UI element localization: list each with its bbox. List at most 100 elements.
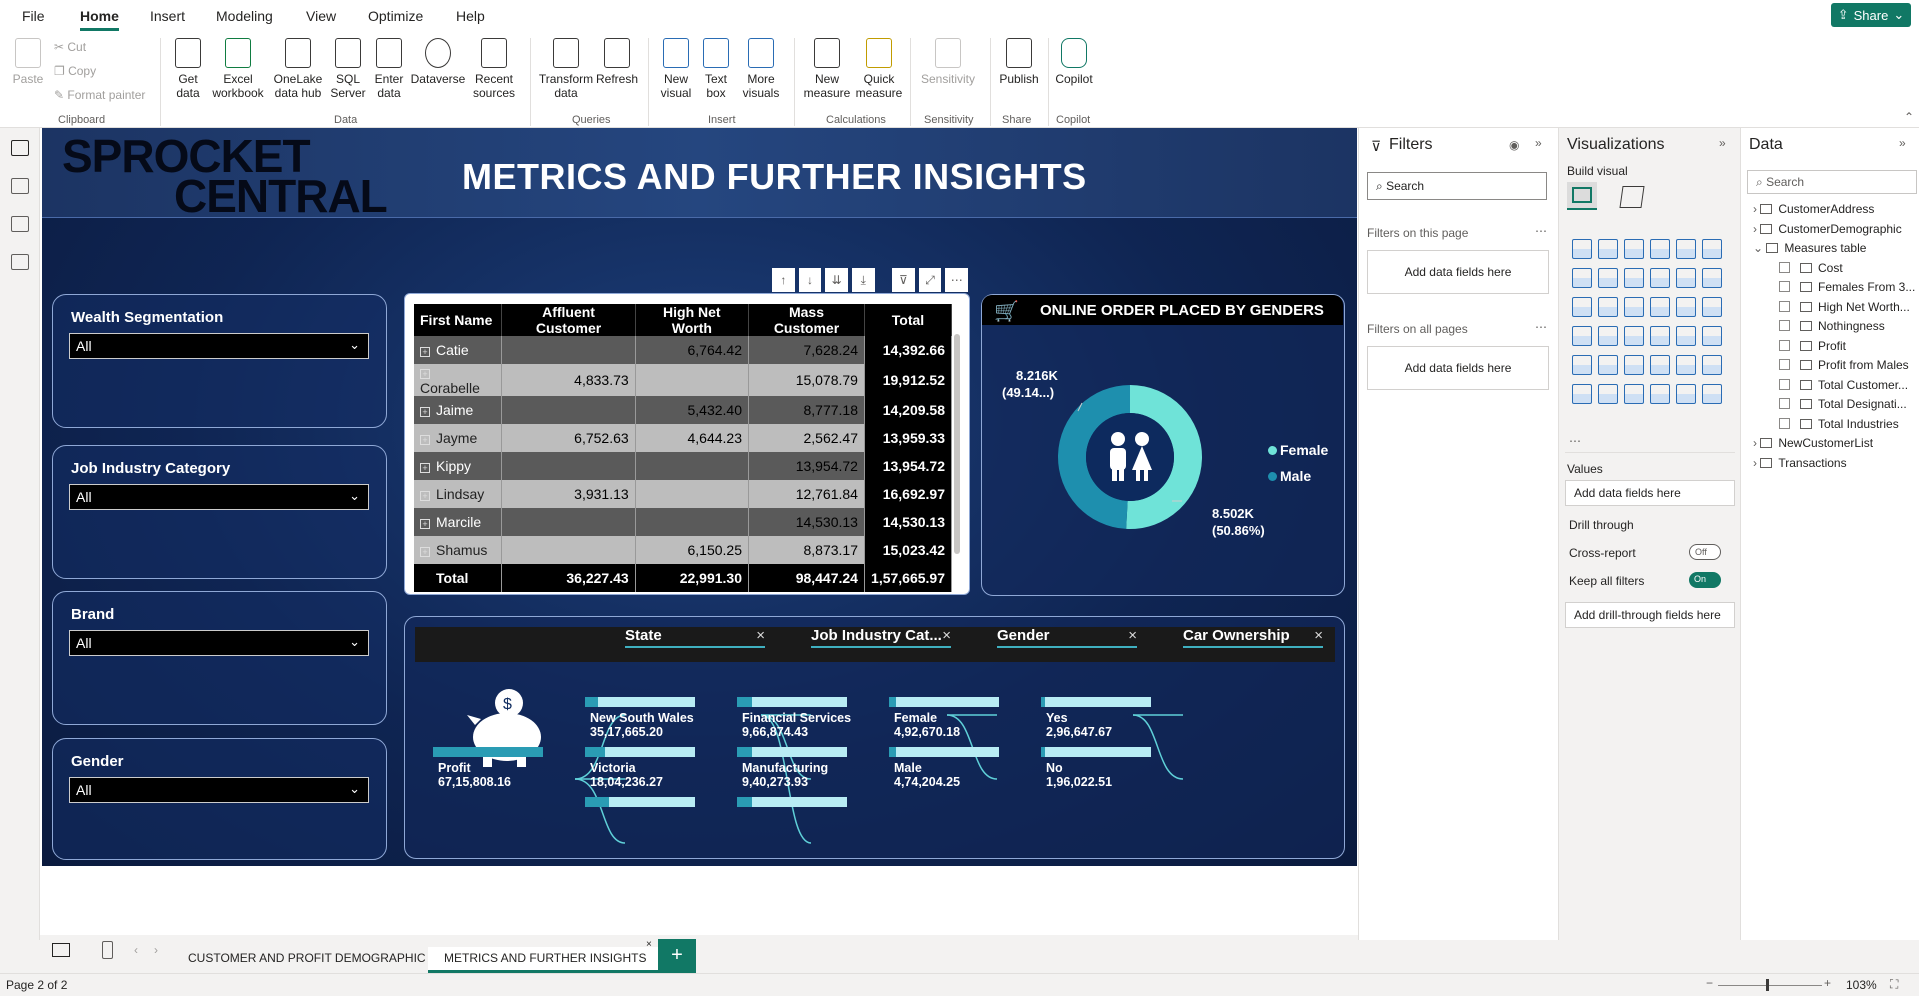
format-visual-icon[interactable] xyxy=(1619,186,1645,208)
qa-visual-icon[interactable] xyxy=(1624,384,1644,404)
expand-row-icon[interactable]: + xyxy=(420,369,430,379)
menu-modeling[interactable]: Modeling xyxy=(216,8,273,24)
add-page-button[interactable]: + xyxy=(658,939,696,973)
slicer-dropdown[interactable]: All ⌄ xyxy=(69,777,369,803)
data-field-item[interactable]: › CustomerAddress xyxy=(1753,202,1874,216)
goals-visual-icon[interactable] xyxy=(1702,384,1722,404)
collapse-ribbon-icon[interactable]: ⌃ xyxy=(1904,110,1914,124)
waterfall-visual-icon[interactable] xyxy=(1572,297,1592,317)
table-row[interactable]: + Kippy 13,954.72 13,954.72 xyxy=(414,452,953,480)
field-checkbox[interactable] xyxy=(1779,417,1790,429)
data-search-input[interactable]: ⌕ Search xyxy=(1747,170,1917,194)
more-options-icon[interactable]: ⋯ xyxy=(945,268,969,292)
add-all-pages-filter-dropzone[interactable]: Add data fields here xyxy=(1367,346,1549,390)
mobile-layout-icon[interactable] xyxy=(102,941,113,959)
industry-node[interactable]: Manufacturing 9,40,273.93 xyxy=(742,761,828,789)
azure-map-visual-icon[interactable] xyxy=(1624,326,1644,346)
slicer-dropdown[interactable]: All ⌄ xyxy=(69,484,369,510)
new-measure-button[interactable]: New measure xyxy=(802,38,852,100)
expand-hierarchy-icon[interactable]: ⤓ xyxy=(851,268,875,292)
expand-row-icon[interactable]: + xyxy=(420,519,430,529)
chevron-right-icon[interactable]: › xyxy=(1753,436,1760,450)
chevron-down-icon[interactable]: ⌄ xyxy=(1753,241,1766,255)
collapse-pane-icon[interactable]: » xyxy=(1535,136,1542,150)
drill-down-icon[interactable]: ↓ xyxy=(798,268,822,292)
car-ownership-node-bar[interactable] xyxy=(1041,697,1151,707)
more-visuals-icon[interactable]: ⋯ xyxy=(1569,434,1581,448)
table-row[interactable]: + Shamus 6,150.25 8,873.17 15,023.42 xyxy=(414,536,953,564)
field-checkbox[interactable] xyxy=(1779,339,1790,351)
desktop-layout-icon[interactable] xyxy=(52,943,70,957)
area-visual-icon[interactable] xyxy=(1598,268,1618,288)
gender-node-bar[interactable] xyxy=(889,747,999,757)
filter-icon[interactable]: ⊽ xyxy=(892,268,915,292)
data-field-item[interactable]: › Transactions xyxy=(1753,456,1847,470)
drill-through-dropzone[interactable]: Add drill-through fields here xyxy=(1565,602,1735,628)
cut-button[interactable]: ✂ Cut xyxy=(54,40,86,54)
card-visual-icon[interactable] xyxy=(1676,326,1696,346)
expand-row-icon[interactable]: + xyxy=(420,547,430,557)
data-field-item[interactable]: Cost xyxy=(1779,261,1843,275)
expand-row-icon[interactable]: + xyxy=(420,407,430,417)
share-button[interactable]: ⇪ Share ⌄ xyxy=(1831,3,1911,27)
table-scrollbar[interactable] xyxy=(954,334,960,554)
python-visual-icon[interactable] xyxy=(1702,355,1722,375)
narrative-visual-icon[interactable] xyxy=(1650,384,1670,404)
menu-help[interactable]: Help xyxy=(456,8,485,24)
column-header[interactable]: First Name xyxy=(414,304,503,336)
line-visual-icon[interactable] xyxy=(1572,268,1592,288)
field-checkbox[interactable] xyxy=(1779,261,1790,273)
scroll-right-icon[interactable]: › xyxy=(154,943,158,957)
line-column-visual-icon[interactable] xyxy=(1650,268,1670,288)
zoom-out-icon[interactable]: − xyxy=(1706,976,1713,990)
state-node-bar[interactable] xyxy=(585,697,695,707)
add-page-filter-dropzone[interactable]: Add data fields here xyxy=(1367,250,1549,294)
data-field-item[interactable]: Profit from Males xyxy=(1779,358,1909,372)
collapse-pane-icon[interactable]: » xyxy=(1899,136,1906,150)
dataverse-button[interactable]: Dataverse xyxy=(410,38,466,86)
gender-node[interactable]: Female 4,92,670.18 xyxy=(894,711,960,739)
build-visual-tab[interactable] xyxy=(1567,182,1597,210)
car-ownership-node-bar[interactable] xyxy=(1041,747,1151,757)
recent-sources-button[interactable]: Recent sources xyxy=(466,38,522,100)
field-checkbox[interactable] xyxy=(1779,378,1790,390)
gender-node[interactable]: Male 4,74,204.25 xyxy=(894,761,960,789)
r-script-visual-icon[interactable] xyxy=(1676,355,1696,375)
onelake-button[interactable]: OneLake data hub xyxy=(270,38,326,100)
slicer-dropdown[interactable]: All ⌄ xyxy=(69,630,369,656)
field-checkbox[interactable] xyxy=(1779,398,1790,409)
data-field-item[interactable]: High Net Worth... xyxy=(1779,300,1910,314)
chevron-right-icon[interactable]: › xyxy=(1753,202,1760,216)
cross-report-toggle[interactable]: Off xyxy=(1689,544,1721,560)
expand-row-icon[interactable]: + xyxy=(420,491,430,501)
column-header[interactable]: Mass Customer xyxy=(748,304,865,336)
column-header[interactable]: Affluent Customer xyxy=(501,304,636,336)
data-field-item[interactable]: Total Industries xyxy=(1779,417,1899,431)
menu-optimize[interactable]: Optimize xyxy=(368,8,423,24)
report-view-icon[interactable] xyxy=(11,140,29,156)
industry-node-bar[interactable] xyxy=(737,697,847,707)
state-node[interactable]: Victoria 18,04,236.27 xyxy=(590,761,663,789)
table-row[interactable]: + Marcile 14,530.13 14,530.13 xyxy=(414,508,953,536)
gauge-visual-icon[interactable] xyxy=(1650,326,1670,346)
root-node-bar[interactable] xyxy=(433,747,543,757)
donut-visual-icon[interactable] xyxy=(1676,297,1696,317)
column-header[interactable]: Total xyxy=(864,304,953,336)
collapse-pane-icon[interactable]: » xyxy=(1719,136,1726,150)
menu-insert[interactable]: Insert xyxy=(150,8,185,24)
industry-node[interactable]: Financial Services 9,66,874.43 xyxy=(742,711,851,739)
funnel-visual-icon[interactable] xyxy=(1598,297,1618,317)
values-dropzone[interactable]: Add data fields here xyxy=(1565,480,1735,506)
keep-all-filters-toggle[interactable]: On xyxy=(1689,572,1721,588)
close-tab-icon[interactable]: × xyxy=(646,939,652,950)
zoom-in-icon[interactable]: + xyxy=(1824,976,1831,990)
kpi-visual-icon[interactable] xyxy=(1572,355,1592,375)
model-view-icon[interactable] xyxy=(11,216,29,232)
state-node[interactable]: New South Wales 35,17,665.20 xyxy=(590,711,694,739)
stacked-area-visual-icon[interactable] xyxy=(1624,268,1644,288)
eye-icon[interactable]: ◉ xyxy=(1509,138,1519,152)
legend-female[interactable]: Female xyxy=(1268,437,1328,463)
matrix-visual-icon[interactable] xyxy=(1650,355,1670,375)
data-field-item[interactable]: Profit xyxy=(1779,339,1846,353)
table-row[interactable]: + Jaime 5,432.40 8,777.18 14,209.58 xyxy=(414,396,953,424)
